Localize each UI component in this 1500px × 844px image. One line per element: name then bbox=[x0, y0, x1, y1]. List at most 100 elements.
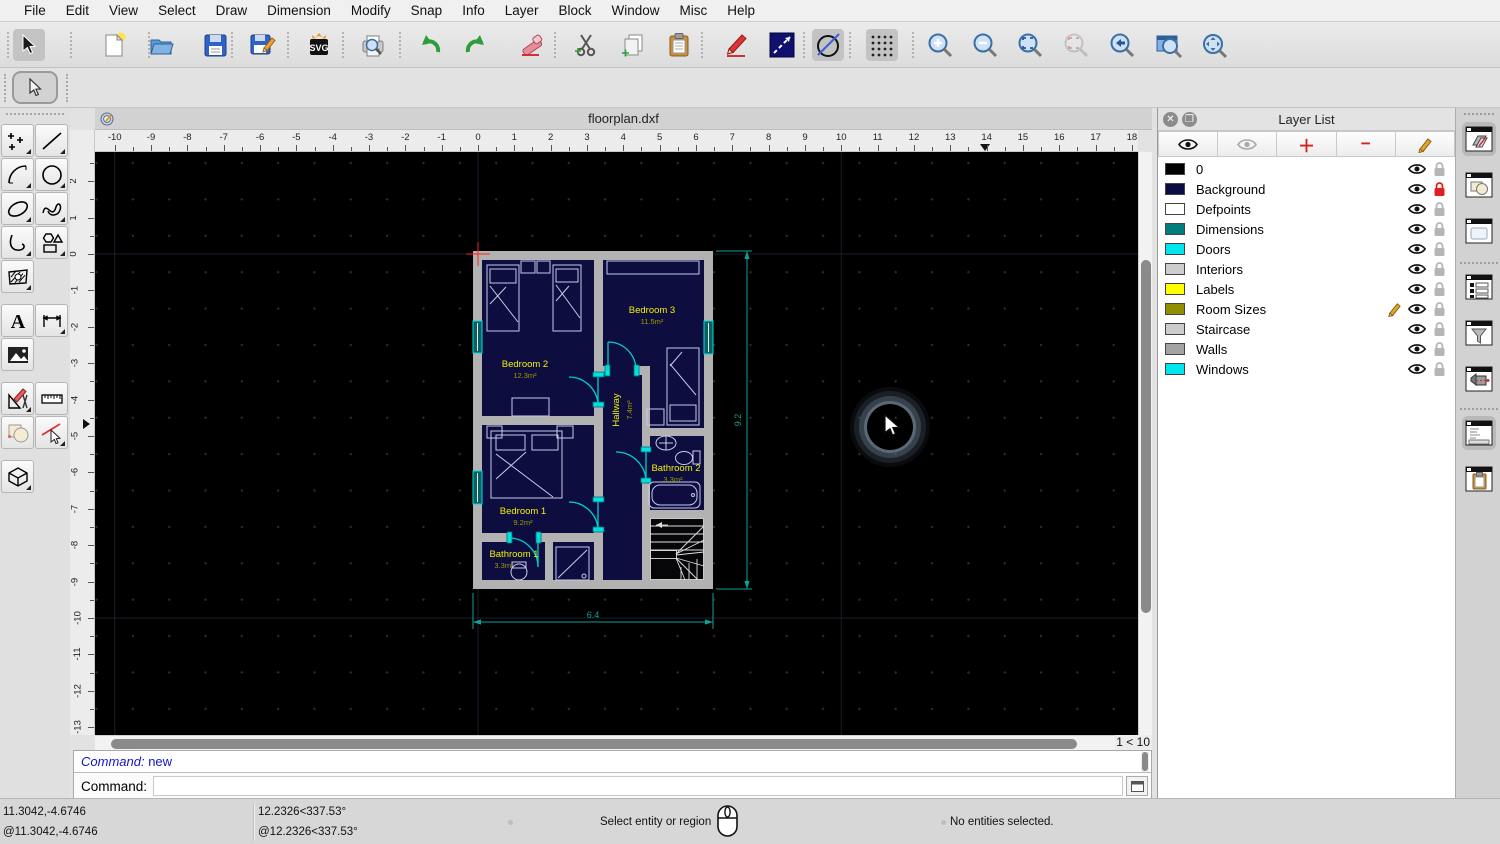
edit-layer-button[interactable] bbox=[1395, 131, 1456, 157]
layer-visibility-eye-icon[interactable] bbox=[1408, 303, 1426, 315]
layer-visibility-eye-icon[interactable] bbox=[1408, 323, 1426, 335]
hatch-tool-icon[interactable] bbox=[1, 260, 34, 293]
menu-draw[interactable]: Draw bbox=[206, 0, 258, 22]
layer-row[interactable]: Walls bbox=[1158, 339, 1455, 359]
layer-lock-icon[interactable] bbox=[1433, 221, 1446, 237]
layer-visibility-eye-icon[interactable] bbox=[1408, 183, 1426, 195]
menu-info[interactable]: Info bbox=[452, 0, 495, 22]
layer-lock-icon[interactable] bbox=[1433, 261, 1446, 277]
circle-tool-icon[interactable] bbox=[812, 29, 844, 61]
layer-lock-icon[interactable] bbox=[1433, 201, 1446, 217]
paste-icon[interactable] bbox=[663, 29, 695, 61]
menu-modify[interactable]: Modify bbox=[341, 0, 401, 22]
horizontal-scrollbar[interactable] bbox=[95, 735, 1115, 750]
layer-visibility-eye-icon[interactable] bbox=[1408, 363, 1426, 375]
new-document-icon[interactable] bbox=[98, 29, 130, 61]
save-as-icon[interactable] bbox=[247, 29, 279, 61]
width-dimension-label[interactable]: 6.4 bbox=[587, 610, 600, 620]
command-history-scrollbar[interactable] bbox=[1141, 752, 1149, 772]
menu-snap[interactable]: Snap bbox=[401, 0, 453, 22]
layer-visibility-eye-icon[interactable] bbox=[1408, 163, 1426, 175]
drawing-canvas[interactable]: Bedroom 2 12.3m² Bedroom 3 11.5m² Hallwa… bbox=[95, 152, 1138, 735]
line-tool-icon[interactable] bbox=[35, 124, 68, 157]
layer-row[interactable]: Windows bbox=[1158, 359, 1455, 379]
pen-palette-panel-button[interactable] bbox=[1462, 362, 1496, 396]
layer-visibility-eye-icon[interactable] bbox=[1408, 203, 1426, 215]
command-input[interactable] bbox=[153, 776, 1123, 796]
menu-edit[interactable]: Edit bbox=[56, 0, 99, 22]
circle-tool-icon[interactable] bbox=[35, 158, 68, 191]
cad-tools-icon[interactable] bbox=[1, 382, 34, 415]
remove-layer-button[interactable]: − bbox=[1336, 131, 1396, 157]
show-all-layers-button[interactable] bbox=[1158, 131, 1219, 157]
menu-window[interactable]: Window bbox=[602, 0, 670, 22]
zoom-window-icon[interactable] bbox=[1153, 29, 1185, 61]
export-svg-icon[interactable]: SVG bbox=[303, 29, 335, 61]
copy-icon[interactable] bbox=[618, 29, 650, 61]
widget-list-panel-button[interactable] bbox=[1462, 270, 1496, 304]
delete-entities-icon[interactable] bbox=[516, 29, 548, 61]
layer-lock-icon[interactable] bbox=[1433, 321, 1446, 337]
vertical-scrollbar-thumb[interactable] bbox=[1141, 260, 1151, 613]
vertical-scrollbar[interactable] bbox=[1138, 152, 1152, 735]
text-tool-icon[interactable]: A bbox=[1, 304, 34, 337]
filter-panel-button[interactable] bbox=[1462, 316, 1496, 350]
points-tool-icon[interactable] bbox=[1, 124, 34, 157]
layer-row[interactable]: Labels bbox=[1158, 279, 1455, 299]
layer-list-panel-button[interactable] bbox=[1462, 122, 1496, 156]
zoom-redraw-icon[interactable] bbox=[1106, 29, 1138, 61]
zoom-in-icon[interactable] bbox=[924, 29, 956, 61]
staircase[interactable] bbox=[650, 518, 705, 581]
view-panel-button[interactable] bbox=[1462, 214, 1496, 248]
layer-lock-icon[interactable] bbox=[1433, 161, 1446, 177]
layer-row[interactable]: Background bbox=[1158, 179, 1455, 199]
zoom-auto-icon[interactable] bbox=[1014, 29, 1046, 61]
layer-row[interactable]: 0 bbox=[1158, 159, 1455, 179]
layer-row[interactable]: Doors bbox=[1158, 239, 1455, 259]
image-tool-icon[interactable] bbox=[1, 338, 34, 371]
open-file-icon[interactable] bbox=[145, 29, 177, 61]
layer-lock-icon[interactable] bbox=[1433, 301, 1446, 317]
layer-row[interactable]: Defpoints bbox=[1158, 199, 1455, 219]
menu-view[interactable]: View bbox=[99, 0, 148, 22]
block-list-panel-button[interactable] bbox=[1462, 168, 1496, 202]
measure-tool-icon[interactable] bbox=[35, 382, 68, 415]
menu-file[interactable]: File bbox=[14, 0, 56, 22]
polyline-tool-icon[interactable] bbox=[1, 226, 34, 259]
cut-icon[interactable] bbox=[570, 29, 602, 61]
menu-dimension[interactable]: Dimension bbox=[257, 0, 341, 22]
arc-tool-icon[interactable] bbox=[1, 158, 34, 191]
dimension-tool-icon[interactable] bbox=[35, 304, 68, 337]
selection-pointer-tool-button[interactable] bbox=[12, 71, 58, 104]
menu-select[interactable]: Select bbox=[148, 0, 206, 22]
undo-icon[interactable] bbox=[413, 29, 445, 61]
spline-tool-icon[interactable] bbox=[35, 192, 68, 225]
layer-row[interactable]: Dimensions bbox=[1158, 219, 1455, 239]
shapes-tool-icon[interactable] bbox=[35, 226, 68, 259]
menu-help[interactable]: Help bbox=[717, 0, 765, 22]
selection-pointer-icon[interactable] bbox=[13, 29, 45, 61]
save-icon[interactable] bbox=[199, 29, 231, 61]
layer-lock-icon[interactable] bbox=[1433, 341, 1446, 357]
zoom-out-icon[interactable] bbox=[969, 29, 1001, 61]
line-tool-icon[interactable] bbox=[766, 29, 798, 61]
command-focus-button[interactable] bbox=[1126, 776, 1148, 796]
layer-row[interactable]: Room Sizes bbox=[1158, 299, 1455, 319]
snap-grid-icon[interactable] bbox=[866, 29, 898, 61]
command-widget-panel-button[interactable] bbox=[1462, 416, 1496, 450]
redo-icon[interactable] bbox=[460, 29, 492, 61]
print-preview-icon[interactable] bbox=[357, 29, 389, 61]
floorplan-drawing[interactable]: Bedroom 2 12.3m² Bedroom 3 11.5m² Hallwa… bbox=[95, 152, 1138, 735]
layer-visibility-eye-icon[interactable] bbox=[1408, 223, 1426, 235]
close-panel-button[interactable]: ✕ bbox=[1163, 111, 1178, 127]
layer-lock-icon[interactable] bbox=[1433, 361, 1446, 377]
ellipse-tool-icon[interactable] bbox=[1, 192, 34, 225]
layer-visibility-eye-icon[interactable] bbox=[1408, 263, 1426, 275]
layer-lock-icon[interactable] bbox=[1433, 281, 1446, 297]
horizontal-scrollbar-thumb[interactable] bbox=[111, 738, 1077, 749]
layer-row[interactable]: Interiors bbox=[1158, 259, 1455, 279]
layer-visibility-eye-icon[interactable] bbox=[1408, 243, 1426, 255]
modify-shapes-tool-icon[interactable] bbox=[1, 416, 34, 449]
zoom-pan-icon[interactable] bbox=[1199, 29, 1231, 61]
layer-visibility-eye-icon[interactable] bbox=[1408, 343, 1426, 355]
